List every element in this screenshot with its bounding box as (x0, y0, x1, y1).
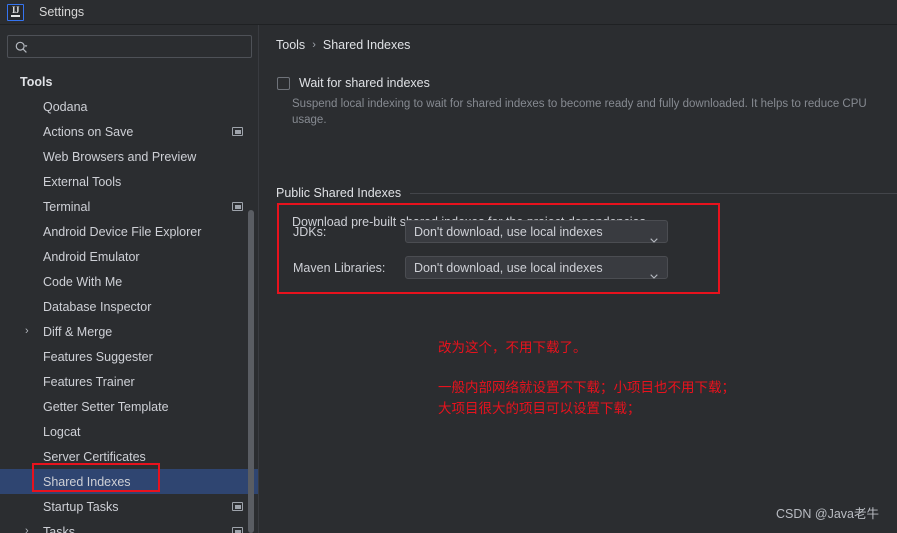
sidebar-item-label: Actions on Save (43, 124, 134, 139)
sidebar-item-label: Shared Indexes (43, 474, 131, 489)
search-icon (15, 41, 28, 54)
sidebar-item-label: Database Inspector (43, 299, 152, 314)
wait-for-shared-indexes-checkbox[interactable] (277, 76, 290, 90)
sidebar-item-label: Getter Setter Template (43, 399, 169, 414)
sidebar-item-label: Startup Tasks (43, 499, 119, 514)
maven-libraries-label: Maven Libraries: (293, 260, 386, 275)
sidebar-item-android-device-file-explorer[interactable]: Android Device File Explorer (0, 219, 258, 244)
sidebar-item-label: Web Browsers and Preview (43, 149, 197, 164)
jdks-label: JDKs: (293, 224, 327, 239)
maven-libraries-selected-value: Don't download, use local indexes (414, 260, 603, 275)
sidebar-item-server-certificates[interactable]: Server Certificates (0, 444, 258, 469)
window-title: Settings (39, 5, 85, 19)
watermark: CSDN @Java老牛 (776, 507, 879, 521)
section-divider (410, 192, 897, 194)
sidebar-scrollbar-thumb[interactable] (248, 210, 254, 533)
public-shared-indexes-section-header: Public Shared Indexes (276, 186, 897, 200)
field-row-maven-libraries: Maven Libraries: Don't download, use loca… (293, 256, 668, 279)
breadcrumb: Tools › Shared Indexes (276, 38, 410, 52)
settings-window: IJ Settings Tools Qodana Actions on Save We… (0, 0, 897, 533)
breadcrumb-current: Shared Indexes (322, 38, 411, 52)
section-title: Public Shared Indexes (276, 186, 402, 200)
sidebar-item-shared-indexes[interactable]: Shared Indexes (0, 469, 258, 494)
maven-libraries-dropdown[interactable]: Don't download, use local indexes (405, 256, 668, 279)
breadcrumb-separator-icon: › (312, 39, 316, 51)
sidebar-item-code-with-me[interactable]: Code With Me (0, 269, 258, 294)
sidebar-item-features-trainer[interactable]: Features Trainer (0, 369, 258, 394)
search-input[interactable] (34, 36, 247, 57)
sidebar-item-label: Tasks (43, 524, 75, 533)
logo-text: IJ (11, 4, 20, 15)
sidebar-item-qodana[interactable]: Qodana (0, 94, 258, 119)
settings-sidebar: Tools Qodana Actions on Save Web Browsers a… (0, 25, 259, 533)
jdks-selected-value: Don't download, use local indexes (414, 224, 603, 239)
sidebar-item-tasks[interactable]: › Tasks (0, 519, 258, 533)
breadcrumb-parent[interactable]: Tools (276, 38, 305, 52)
window-icon (232, 202, 243, 211)
sidebar-item-logcat[interactable]: Logcat (0, 419, 258, 444)
sidebar-item-label: Android Emulator (43, 249, 140, 264)
sidebar-item-label: Logcat (43, 424, 81, 439)
wait-for-shared-indexes-label: Wait for shared indexes (299, 76, 430, 90)
annotation-note-line2: 一般内部网络就设置不下载；小项目也不用下载； (438, 380, 735, 396)
sidebar-item-label: Features Trainer (43, 374, 135, 389)
chevron-right-icon[interactable]: › (25, 526, 34, 533)
sidebar-item-label: Code With Me (43, 274, 123, 289)
sidebar-item-actions-on-save[interactable]: Actions on Save (0, 119, 258, 144)
sidebar-item-label: Server Certificates (43, 449, 146, 464)
sidebar-item-label: Android Device File Explorer (43, 224, 202, 239)
sidebar-item-diff-merge[interactable]: › Diff & Merge (0, 319, 258, 344)
annotation-note-line3: 大项目很大的项目可以设置下载； (438, 401, 641, 417)
window-icon (232, 527, 243, 533)
sidebar-item-getter-setter-template[interactable]: Getter Setter Template (0, 394, 258, 419)
chevron-down-icon[interactable] (650, 230, 658, 243)
sidebar-item-tools[interactable]: Tools (0, 69, 258, 94)
sidebar-item-external-tools[interactable]: External Tools (0, 169, 258, 194)
search-box[interactable] (7, 35, 252, 58)
sidebar-item-startup-tasks[interactable]: Startup Tasks (0, 494, 258, 519)
field-row-jdks: JDKs: Don't download, use local indexes (293, 220, 668, 243)
annotation-note-primary: 改为这个，不用下载了。 (438, 340, 587, 356)
sidebar-item-database-inspector[interactable]: Database Inspector (0, 294, 258, 319)
annotation-note-secondary: 一般内部网络就设置不下载；小项目也不用下载； 大项目很大的项目可以设置下载； (438, 378, 735, 420)
jdks-dropdown[interactable]: Don't download, use local indexes (405, 220, 668, 243)
window-icon (232, 502, 243, 511)
logo-underline (11, 14, 20, 17)
sidebar-item-label: Qodana (43, 99, 88, 114)
sidebar-item-features-suggester[interactable]: Features Suggester (0, 344, 258, 369)
wait-for-shared-indexes-row[interactable]: Wait for shared indexes (277, 76, 430, 90)
chevron-right-icon[interactable]: › (25, 326, 34, 337)
sidebar-item-android-emulator[interactable]: Android Emulator (0, 244, 258, 269)
wait-for-shared-indexes-hint: Suspend local indexing to wait for share… (292, 98, 867, 126)
sidebar-item-label: Terminal (43, 199, 91, 214)
window-icon (232, 127, 243, 136)
sidebar-item-label: Features Suggester (43, 349, 153, 364)
sidebar-item-label: Tools (20, 74, 53, 89)
sidebar-item-label: External Tools (43, 174, 122, 189)
chevron-down-icon[interactable] (650, 266, 658, 279)
intellij-idea-logo-icon: IJ (7, 3, 24, 21)
sidebar-item-web-browsers-and-preview[interactable]: Web Browsers and Preview (0, 144, 258, 169)
sidebar-item-terminal[interactable]: Terminal (0, 194, 258, 219)
search-field-wrapper (7, 35, 252, 58)
title-bar: IJ Settings (0, 0, 897, 25)
settings-tree: Tools Qodana Actions on Save Web Browsers a… (0, 69, 258, 533)
sidebar-item-label: Diff & Merge (43, 324, 113, 339)
settings-main-panel: Tools › Shared Indexes Wait for shared i… (260, 25, 897, 533)
